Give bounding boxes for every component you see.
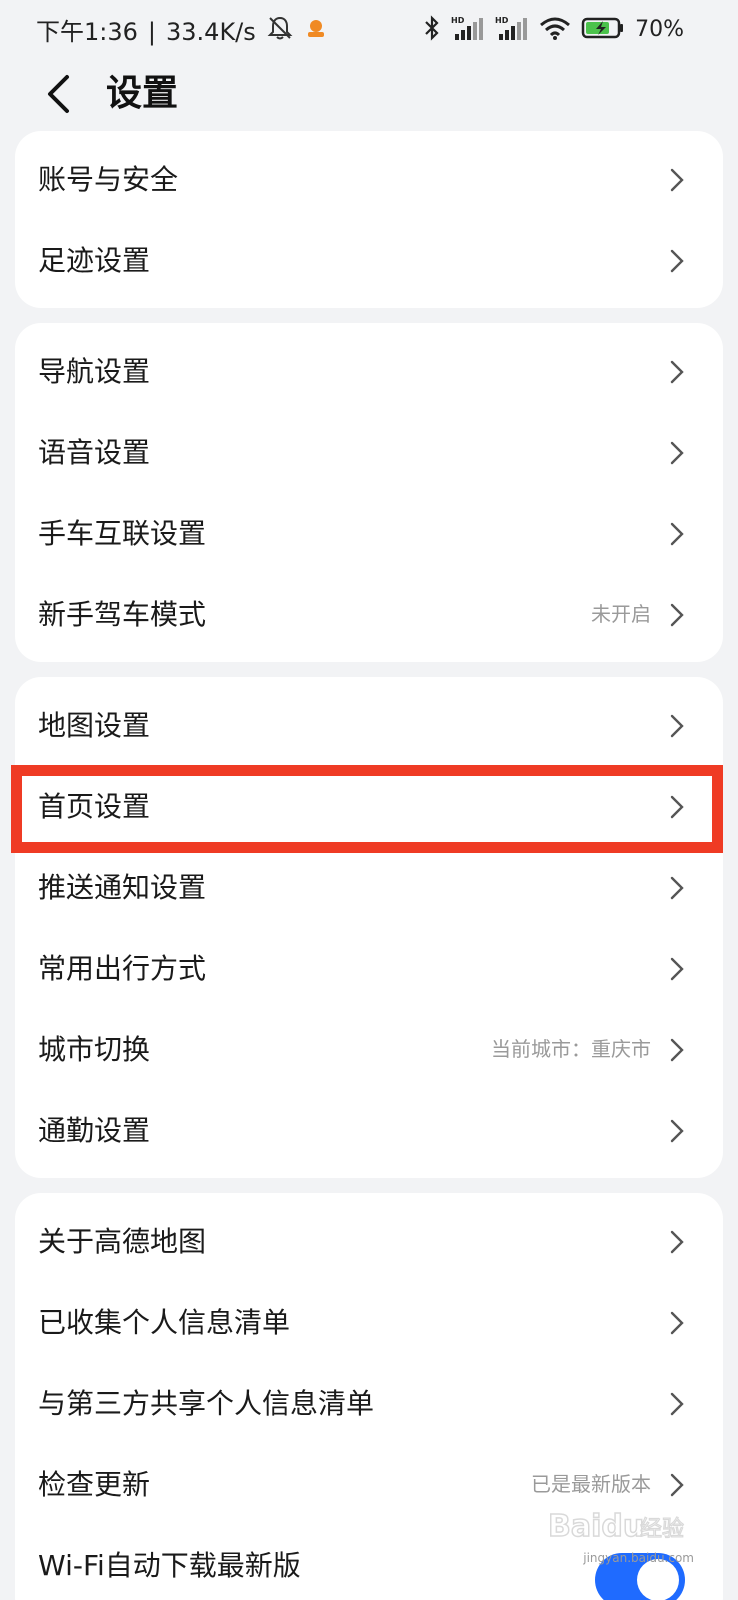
chevron-right-icon [670, 360, 684, 384]
settings-group-map: 地图设置 首页设置 推送通知设置 常用出行方式 城市切换 当前城市：重庆市 通勤… [15, 677, 723, 1178]
settings-item-travel-mode[interactable]: 常用出行方式 [15, 928, 723, 1009]
settings-item-label: 手车互联设置 [38, 517, 207, 550]
settings-item-label: 已收集个人信息清单 [38, 1306, 291, 1339]
settings-item-account-security[interactable]: 账号与安全 [15, 139, 723, 220]
toggle-knob [637, 1559, 679, 1600]
settings-item-label: 与第三方共享个人信息清单 [38, 1387, 375, 1420]
chevron-right-icon [670, 1119, 684, 1143]
battery-charging-icon [581, 14, 625, 46]
chevron-right-icon [670, 522, 684, 546]
watermark-url: jingyan.baidu.com [583, 1551, 694, 1565]
settings-item-value: 未开启 [591, 602, 651, 626]
status-divider: | [147, 18, 156, 46]
settings-item-label: 首页设置 [38, 790, 151, 823]
status-bar: 下午1:36 | 33.4K/s HD HD 70% [0, 0, 738, 60]
settings-item-value: 当前城市：重庆市 [491, 1037, 651, 1061]
status-network-speed: 33.4K/s [166, 18, 256, 46]
settings-item-label: 地图设置 [38, 709, 151, 742]
settings-item-label: 语音设置 [38, 436, 151, 469]
chevron-right-icon [670, 1392, 684, 1416]
status-right: HD HD 70% [423, 14, 684, 46]
settings-item-about[interactable]: 关于高德地图 [15, 1201, 723, 1282]
settings-item-home-page[interactable]: 首页设置 [15, 766, 723, 847]
baidu-jingyan-watermark-logo: Baidu 经验 [548, 1508, 685, 1545]
settings-item-footprint[interactable]: 足迹设置 [15, 220, 723, 301]
status-left: 下午1:36 | 33.4K/s [36, 14, 328, 50]
status-time: 下午1:36 [36, 18, 138, 46]
svg-text:HD: HD [495, 16, 509, 25]
settings-item-phone-car-link[interactable]: 手车互联设置 [15, 493, 723, 574]
chevron-right-icon [670, 249, 684, 273]
settings-item-collected-info-list[interactable]: 已收集个人信息清单 [15, 1282, 723, 1363]
settings-item-map[interactable]: 地图设置 [15, 685, 723, 766]
settings-item-label: 账号与安全 [38, 163, 179, 196]
settings-item-label: 常用出行方式 [38, 952, 207, 985]
settings-item-label: 新手驾车模式 [38, 598, 207, 631]
chevron-left-icon [48, 75, 69, 113]
settings-item-novice-driving-mode[interactable]: 新手驾车模式 未开启 [15, 574, 723, 655]
svg-text:Baidu: Baidu [548, 1509, 644, 1544]
chevron-right-icon [670, 1230, 684, 1254]
back-button[interactable] [36, 68, 80, 120]
chevron-right-icon [670, 168, 684, 192]
signal-hd-icon: HD [495, 14, 529, 46]
battery-percent: 70% [635, 17, 684, 42]
settings-item-shared-info-list[interactable]: 与第三方共享个人信息清单 [15, 1363, 723, 1444]
settings-group-account: 账号与安全 足迹设置 [15, 131, 723, 308]
settings-item-label: 足迹设置 [38, 244, 151, 277]
chevron-right-icon [670, 1311, 684, 1335]
settings-item-voice[interactable]: 语音设置 [15, 412, 723, 493]
chevron-right-icon [670, 876, 684, 900]
bell-off-icon [266, 14, 294, 50]
settings-item-label: 导航设置 [38, 355, 151, 388]
svg-text:经验: 经验 [640, 1517, 684, 1542]
settings-screen: 下午1:36 | 33.4K/s HD HD 70% 设置 账号与安全 足迹设置… [0, 0, 738, 1600]
app-notification-icon [304, 16, 328, 48]
chevron-right-icon [670, 1473, 684, 1497]
signal-hd-icon: HD [451, 14, 485, 46]
settings-item-label: 关于高德地图 [38, 1225, 207, 1258]
settings-item-push-notifications[interactable]: 推送通知设置 [15, 847, 723, 928]
settings-group-navigation: 导航设置 语音设置 手车互联设置 新手驾车模式 未开启 [15, 323, 723, 662]
chevron-right-icon [670, 441, 684, 465]
settings-item-label: 通勤设置 [38, 1114, 151, 1147]
svg-text:HD: HD [451, 16, 465, 25]
chevron-right-icon [670, 714, 684, 738]
settings-item-city-switch[interactable]: 城市切换 当前城市：重庆市 [15, 1009, 723, 1090]
bluetooth-icon [423, 14, 441, 46]
chevron-right-icon [670, 1038, 684, 1062]
settings-item-label: 检查更新 [38, 1468, 151, 1501]
settings-item-navigation[interactable]: 导航设置 [15, 331, 723, 412]
settings-item-label: 推送通知设置 [38, 871, 207, 904]
chevron-right-icon [670, 795, 684, 819]
wifi-icon [539, 14, 571, 46]
settings-item-label: Wi-Fi自动下载最新版 [38, 1549, 301, 1582]
chevron-right-icon [670, 957, 684, 981]
page-header: 设置 [0, 60, 738, 130]
settings-item-label: 城市切换 [38, 1033, 151, 1066]
chevron-right-icon [670, 603, 684, 627]
settings-item-commute[interactable]: 通勤设置 [15, 1090, 723, 1171]
page-title: 设置 [106, 73, 179, 114]
